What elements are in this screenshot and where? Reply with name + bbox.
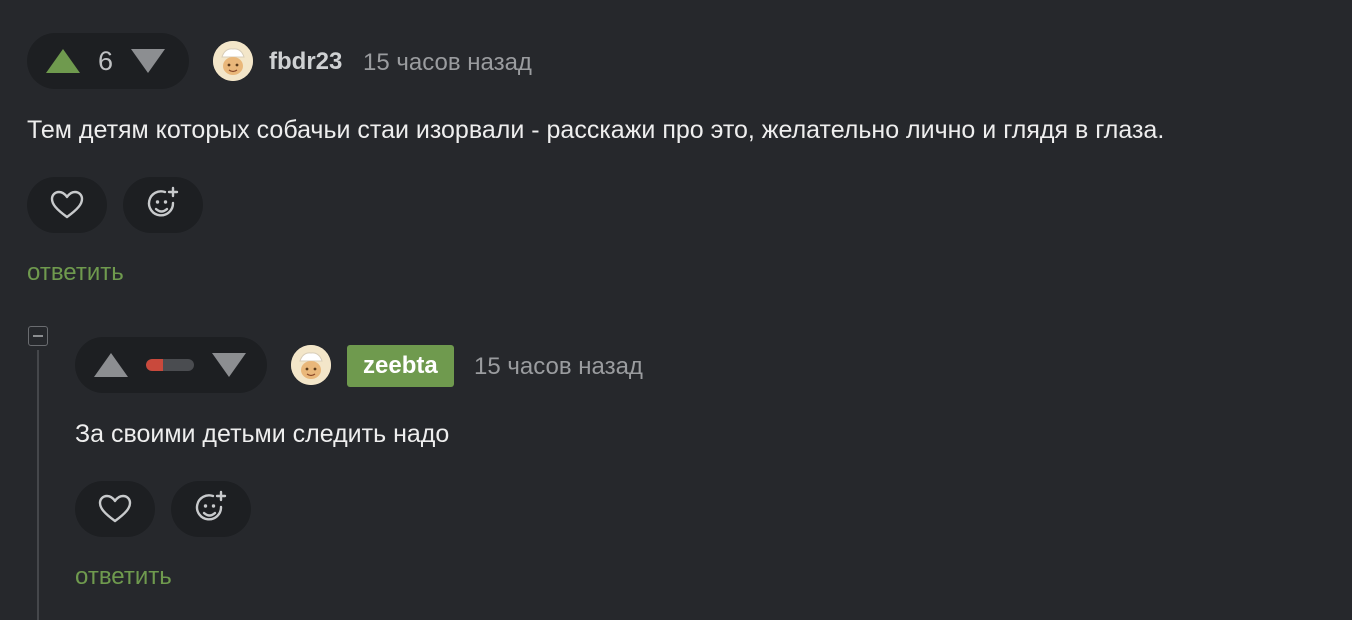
timestamp: 15 часов назад xyxy=(363,49,532,76)
downvote-arrow-icon[interactable] xyxy=(131,49,166,73)
vote-widget: 6 xyxy=(27,33,189,89)
thread-line[interactable] xyxy=(37,350,39,620)
avatar-icon xyxy=(291,345,331,385)
heart-icon xyxy=(98,494,132,523)
downvote-arrow-icon[interactable] xyxy=(212,353,246,377)
avatar[interactable] xyxy=(291,345,331,385)
like-button[interactable] xyxy=(27,177,107,233)
author-name[interactable]: fbdr23 xyxy=(269,48,342,76)
upvote-arrow-icon[interactable] xyxy=(94,353,128,377)
upvote-arrow-icon[interactable] xyxy=(46,49,80,73)
add-reaction-button[interactable] xyxy=(171,481,251,537)
rating-bar-fill xyxy=(146,359,163,371)
timestamp: 15 часов назад xyxy=(474,353,643,380)
rating-bar xyxy=(146,359,194,371)
heart-icon xyxy=(50,190,84,219)
vote-widget xyxy=(75,337,267,393)
avatar[interactable] xyxy=(213,41,253,81)
collapse-icon[interactable] xyxy=(28,326,48,346)
comment-thread: 6 fbdr23 15 часов назад Тем детям которы… xyxy=(0,0,1352,620)
emoji-add-icon xyxy=(147,186,179,217)
author-name[interactable]: zeebta xyxy=(347,345,454,387)
comment-text: Тем детям которых собачьи стаи изорвали … xyxy=(27,116,1165,144)
add-reaction-button[interactable] xyxy=(123,177,203,233)
reply-link[interactable]: ответить xyxy=(27,259,124,287)
avatar-icon xyxy=(213,41,253,81)
comment-text: За своими детьми следить надо xyxy=(75,420,450,448)
reply-link[interactable]: ответить xyxy=(75,563,172,591)
emoji-add-icon xyxy=(195,490,227,521)
rating-count: 6 xyxy=(98,45,114,76)
like-button[interactable] xyxy=(75,481,155,537)
